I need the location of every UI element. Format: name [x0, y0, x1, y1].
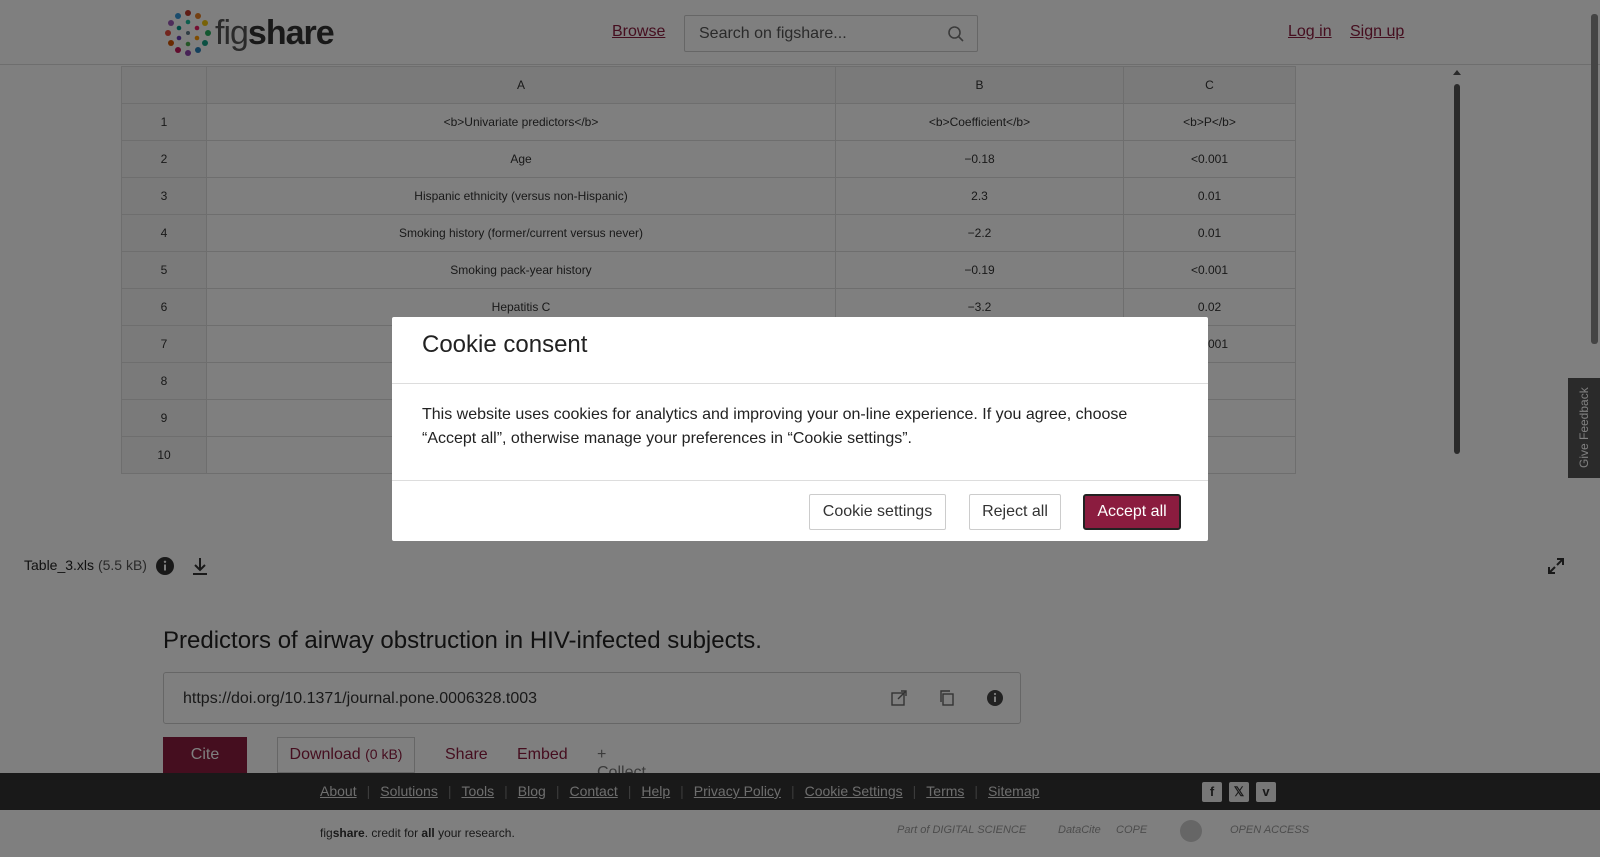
divider [392, 480, 1208, 481]
cookie-consent-dialog: Cookie consent This website uses cookies… [392, 317, 1208, 541]
divider [392, 383, 1208, 384]
cookie-settings-button[interactable]: Cookie settings [809, 494, 946, 530]
cookie-dialog-body: This website uses cookies for analytics … [422, 406, 1128, 447]
accept-all-button[interactable]: Accept all [1083, 494, 1181, 530]
cookie-dialog-title: Cookie consent [422, 331, 588, 358]
reject-all-button[interactable]: Reject all [969, 494, 1061, 530]
